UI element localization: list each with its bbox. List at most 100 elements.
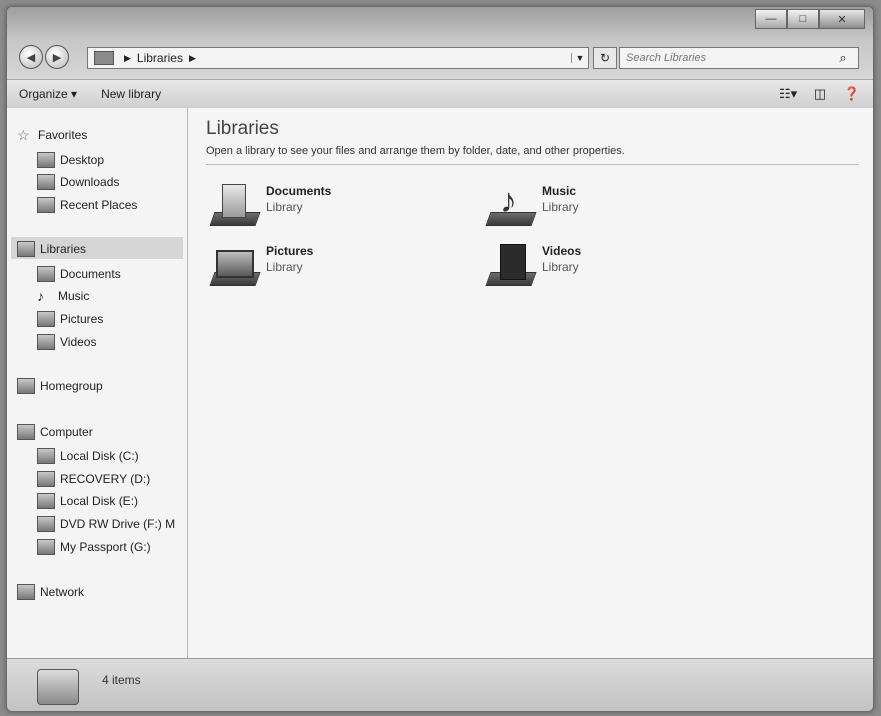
library-kind: Library bbox=[266, 200, 303, 214]
nav-network[interactable]: Network bbox=[17, 584, 84, 600]
item-count: 4 items bbox=[102, 673, 141, 687]
forward-button[interactable]: ▶ bbox=[45, 45, 69, 69]
chevron-right-icon[interactable]: ▶ bbox=[189, 53, 196, 64]
nav-favorites[interactable]: ☆ Favorites bbox=[17, 128, 87, 142]
music-library-icon: ♪ bbox=[485, 184, 537, 228]
nav-libraries-label: Libraries bbox=[40, 242, 87, 256]
organize-button[interactable]: Organize ▾ bbox=[7, 87, 89, 101]
nav-item-documents[interactable]: Documents bbox=[37, 264, 121, 284]
pictures-icon bbox=[37, 311, 55, 327]
preview-pane-icon[interactable]: ◫ bbox=[811, 86, 829, 102]
view-options-icon[interactable]: ☷▾ bbox=[779, 86, 797, 102]
computer-icon bbox=[17, 424, 35, 440]
hard-drive-icon bbox=[37, 471, 55, 487]
library-kind: Library bbox=[542, 200, 579, 214]
pictures-library-icon bbox=[209, 244, 261, 288]
search-icon[interactable]: ⌕ bbox=[833, 50, 853, 66]
nav-homegroup-label: Homegroup bbox=[40, 379, 103, 393]
nav-item-downloads[interactable]: Downloads bbox=[37, 172, 119, 192]
hard-drive-icon bbox=[37, 493, 55, 509]
libraries-folder-icon bbox=[94, 51, 114, 65]
nav-item-recovery-d[interactable]: RECOVERY (D:) bbox=[37, 469, 150, 489]
library-pictures[interactable]: Pictures Library bbox=[209, 244, 314, 288]
nav-homegroup[interactable]: Homegroup bbox=[17, 378, 103, 394]
music-icon: ♪ bbox=[37, 288, 44, 304]
hard-drive-icon bbox=[37, 539, 55, 555]
back-button[interactable]: ◀ bbox=[19, 45, 43, 69]
nav-item-label: Desktop bbox=[60, 153, 105, 167]
nav-item-pictures[interactable]: Pictures bbox=[37, 309, 103, 329]
nav-item-label: Recent Places bbox=[60, 198, 138, 212]
library-documents[interactable]: Documents Library bbox=[209, 184, 332, 228]
page-title: Libraries bbox=[206, 118, 279, 139]
help-icon[interactable]: ❓ bbox=[843, 86, 861, 102]
nav-network-label: Network bbox=[40, 585, 85, 599]
nav-item-label: Music bbox=[58, 289, 90, 303]
dvd-drive-icon bbox=[37, 516, 55, 532]
desktop-icon bbox=[37, 152, 55, 168]
nav-item-local-disk-e[interactable]: Local Disk (E:) bbox=[37, 491, 138, 511]
nav-item-desktop[interactable]: Desktop bbox=[37, 150, 104, 170]
nav-item-my-passport-g[interactable]: My Passport (G:) bbox=[37, 537, 151, 557]
search-box[interactable]: ⌕ bbox=[619, 47, 859, 69]
close-button[interactable]: ✕ bbox=[819, 9, 865, 29]
nav-item-label: Videos bbox=[60, 335, 97, 349]
nav-item-label: Pictures bbox=[60, 312, 104, 326]
new-library-button[interactable]: New library bbox=[89, 87, 173, 101]
content-pane: Libraries Open a library to see your fil… bbox=[188, 108, 873, 658]
libraries-icon bbox=[17, 241, 35, 257]
breadcrumb-libraries[interactable]: Libraries bbox=[137, 51, 183, 65]
homegroup-icon bbox=[17, 378, 35, 394]
nav-item-label: RECOVERY (D:) bbox=[60, 472, 151, 486]
nav-item-label: DVD RW Drive (F:) M bbox=[60, 517, 176, 531]
nav-item-local-disk-c[interactable]: Local Disk (C:) bbox=[37, 446, 139, 466]
page-subtitle: Open a library to see your files and arr… bbox=[206, 145, 625, 157]
nav-favorites-label: Favorites bbox=[38, 128, 88, 142]
library-name: Videos bbox=[542, 244, 582, 258]
title-bar: — □ ✕ ◀ ▶ ▶ Libraries ▶ ▼ ↻ ⌕ bbox=[7, 7, 873, 79]
chevron-right-icon[interactable]: ▶ bbox=[124, 53, 131, 64]
nav-item-label: Local Disk (E:) bbox=[60, 494, 139, 508]
videos-library-icon bbox=[485, 244, 537, 288]
recent-places-icon bbox=[37, 197, 55, 213]
library-kind: Library bbox=[542, 260, 579, 274]
address-dropdown-icon[interactable]: ▼ bbox=[571, 53, 588, 63]
nav-item-label: My Passport (G:) bbox=[60, 540, 151, 554]
refresh-button[interactable]: ↻ bbox=[593, 47, 617, 69]
minimize-button[interactable]: — bbox=[755, 9, 787, 29]
search-input[interactable] bbox=[620, 51, 833, 65]
nav-item-label: Downloads bbox=[60, 175, 120, 189]
divider bbox=[206, 164, 859, 165]
documents-icon bbox=[37, 266, 55, 282]
nav-item-videos[interactable]: Videos bbox=[37, 332, 96, 352]
hard-drive-icon bbox=[37, 448, 55, 464]
explorer-window: — □ ✕ ◀ ▶ ▶ Libraries ▶ ▼ ↻ ⌕ Organize ▾… bbox=[6, 6, 874, 712]
navigation-pane: ☆ Favorites Desktop Downloads Recent Pla… bbox=[7, 108, 188, 658]
library-name: Pictures bbox=[266, 244, 314, 258]
nav-item-dvd-rw-f[interactable]: DVD RW Drive (F:) M bbox=[37, 514, 175, 534]
network-icon bbox=[17, 584, 35, 600]
library-kind: Library bbox=[266, 260, 303, 274]
library-name: Documents bbox=[266, 184, 332, 198]
libraries-status-icon bbox=[37, 669, 79, 705]
nav-item-label: Local Disk (C:) bbox=[60, 449, 139, 463]
nav-libraries[interactable]: Libraries bbox=[17, 241, 86, 257]
videos-icon bbox=[37, 334, 55, 350]
nav-buttons: ◀ ▶ bbox=[19, 45, 69, 69]
nav-item-recent-places[interactable]: Recent Places bbox=[37, 195, 137, 215]
maximize-button[interactable]: □ bbox=[787, 9, 819, 29]
nav-item-label: Documents bbox=[60, 267, 121, 281]
nav-item-music[interactable]: ♪ Music bbox=[37, 286, 89, 306]
nav-computer[interactable]: Computer bbox=[17, 424, 93, 440]
status-bar: 4 items bbox=[7, 658, 873, 711]
library-name: Music bbox=[542, 184, 577, 198]
nav-computer-label: Computer bbox=[40, 425, 93, 439]
caption-buttons: — □ ✕ bbox=[755, 9, 865, 29]
command-bar: Organize ▾ New library ☷▾ ◫ ❓ bbox=[7, 79, 873, 109]
address-bar[interactable]: ▶ Libraries ▶ ▼ bbox=[87, 47, 589, 69]
downloads-icon bbox=[37, 174, 55, 190]
documents-library-icon bbox=[209, 184, 261, 228]
library-videos[interactable]: Videos Library bbox=[485, 244, 582, 288]
library-music[interactable]: ♪ Music Library bbox=[485, 184, 579, 228]
favorites-star-icon: ☆ bbox=[17, 127, 30, 143]
